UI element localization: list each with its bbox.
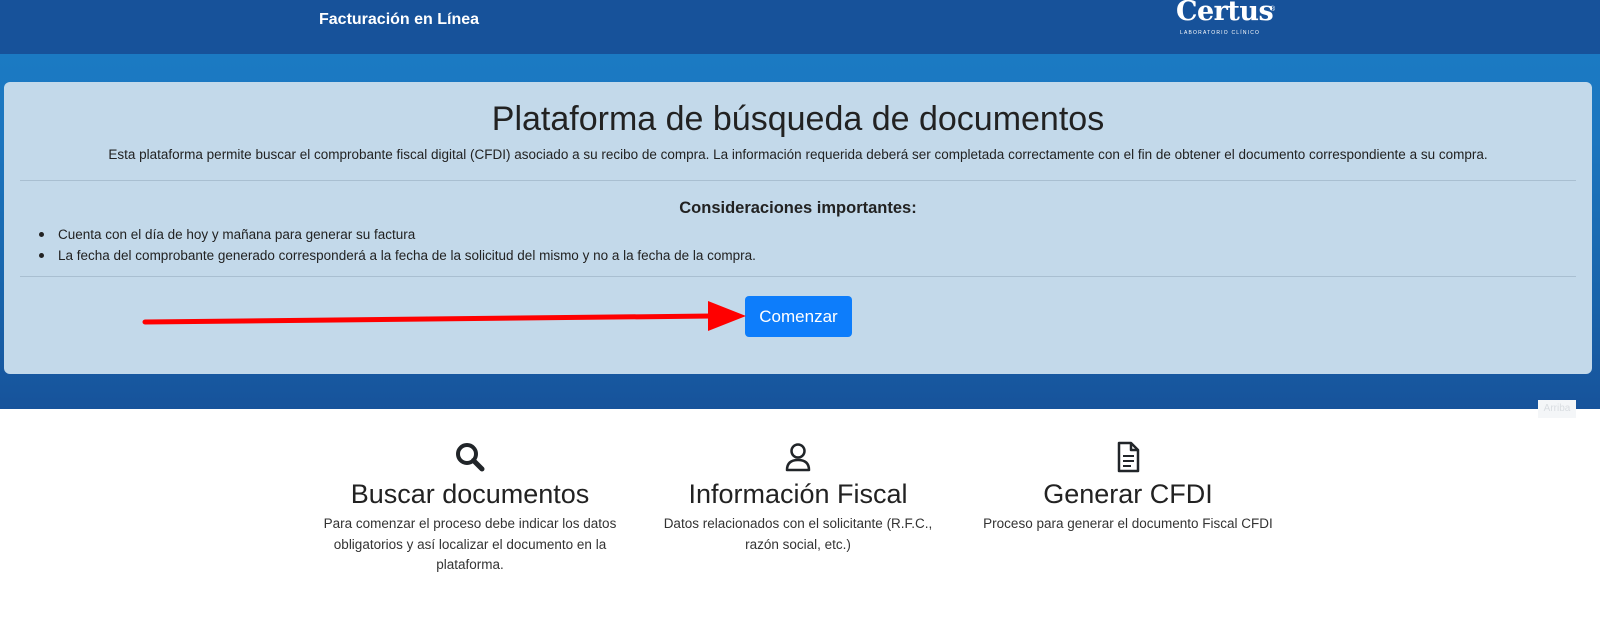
feature-text: Para comenzar el proceso debe indicar lo…	[323, 516, 617, 572]
feature-text: Datos relacionados con el solicitante (R…	[663, 516, 933, 552]
feature-text: Proceso para generar el documento Fiscal…	[983, 516, 1273, 531]
document-icon	[1117, 441, 1140, 473]
features-section: Buscar documentos Para comenzar el proce…	[0, 440, 1600, 626]
user-icon	[785, 443, 811, 472]
feature-title: Generar CFDI	[1043, 479, 1213, 509]
annotation-arrow	[142, 301, 746, 331]
logo-wordmark: Certus	[1176, 0, 1274, 27]
feature-search: Buscar documentos Para comenzar el proce…	[320, 440, 620, 576]
feature-generate-cfdi: Generar CFDI Proceso para generar el doc…	[978, 440, 1278, 535]
logo-subtitle: LABORATORIO CLÍNICO	[1180, 30, 1261, 36]
feature-fiscal-info: Información Fiscal Datos relacionados co…	[648, 440, 948, 555]
start-button[interactable]: Comenzar	[745, 296, 852, 337]
logo-registered-mark: ®	[1270, 6, 1276, 13]
feature-title: Buscar documentos	[350, 479, 590, 509]
certus-logo[interactable]: Certus ® LABORATORIO CLÍNICO	[1170, 0, 1280, 40]
back-to-top-button[interactable]: Arriba	[1538, 400, 1576, 418]
search-icon	[456, 443, 485, 472]
feature-title: Información Fiscal	[688, 479, 908, 509]
